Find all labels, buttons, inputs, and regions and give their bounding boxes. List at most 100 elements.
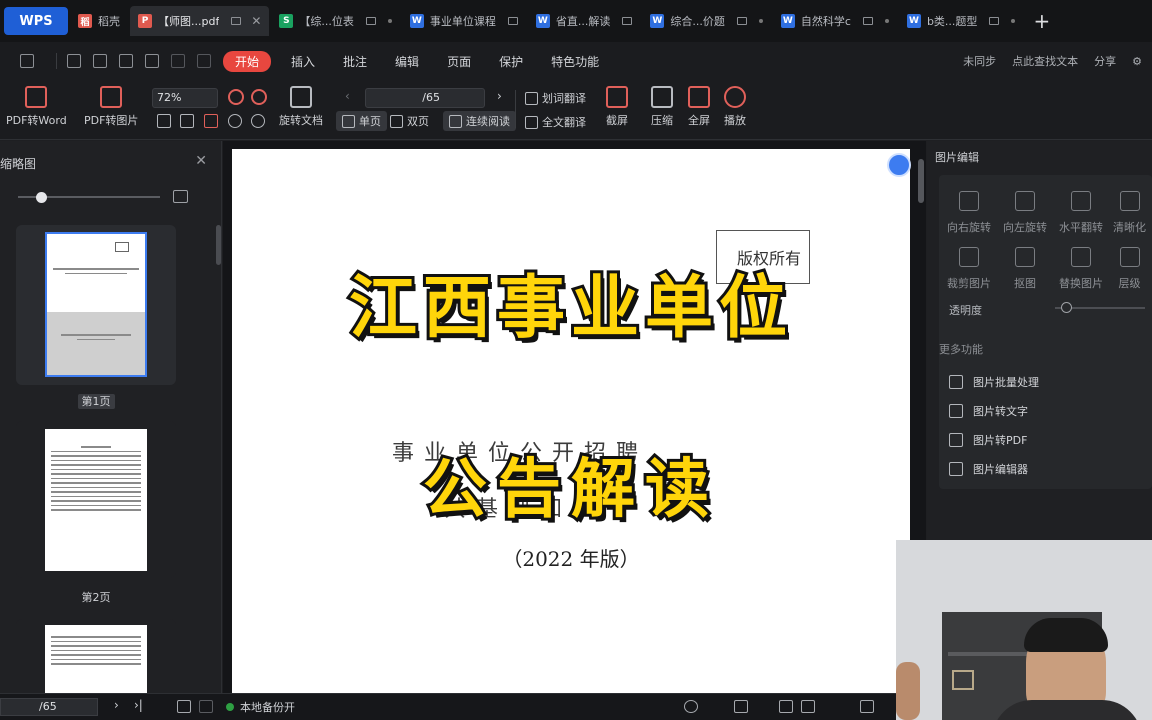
- batch-image-button[interactable]: 图片批量处理: [939, 367, 1152, 396]
- menu-insert[interactable]: 插入: [277, 53, 329, 70]
- search-text-input[interactable]: 点此查找文本: [1012, 53, 1078, 69]
- pdf-to-word-button[interactable]: PDF转Word: [6, 86, 67, 128]
- zoom-out-icon[interactable]: [228, 89, 244, 105]
- thumbnail-page-2[interactable]: [16, 421, 176, 578]
- crop-tool[interactable]: 裁剪图片: [939, 247, 999, 291]
- monitor-icon[interactable]: [736, 17, 747, 25]
- double-page-button[interactable]: 双页: [390, 113, 429, 129]
- fit-icon[interactable]: [860, 700, 874, 713]
- redo-icon[interactable]: [197, 54, 211, 68]
- fit-page-icon[interactable]: [180, 114, 194, 128]
- new-tab-button[interactable]: +: [1025, 9, 1058, 33]
- continuous-view-icon[interactable]: [734, 700, 748, 713]
- scrollbar[interactable]: [216, 225, 221, 265]
- local-backup-status[interactable]: 本地备份开: [226, 699, 295, 715]
- flip-horizontal-tool[interactable]: 水平翻转: [1051, 191, 1111, 235]
- image-editor-button[interactable]: 图片编辑器: [939, 454, 1152, 483]
- menu-annotate[interactable]: 批注: [329, 53, 381, 70]
- fullscreen-button[interactable]: 全屏: [688, 86, 710, 128]
- rotate-right-tool[interactable]: 向右旋转: [939, 191, 999, 235]
- close-icon[interactable]: ✕: [251, 14, 261, 28]
- cutout-tool[interactable]: 抠图: [995, 247, 1055, 291]
- zoom-select[interactable]: 72%: [152, 88, 218, 108]
- screenshot-button[interactable]: 截屏: [606, 86, 628, 128]
- compress-button[interactable]: 压缩: [651, 86, 673, 128]
- eye-protection-icon[interactable]: [684, 700, 698, 713]
- last-page-icon[interactable]: ›|: [134, 698, 143, 712]
- tab-word-5[interactable]: W b类...题型: [899, 6, 1023, 36]
- play-icon: [724, 86, 746, 108]
- open-icon[interactable]: [67, 54, 81, 68]
- next-page-icon[interactable]: ›: [497, 89, 502, 103]
- image-view-icon[interactable]: [173, 190, 188, 203]
- slider-handle[interactable]: [36, 192, 47, 203]
- monitor-icon[interactable]: [862, 17, 873, 25]
- settings-icon[interactable]: ⚙: [1132, 55, 1142, 68]
- tool-label: 水平翻转: [1059, 221, 1103, 234]
- tab-word-3[interactable]: W 综合...价题: [642, 6, 771, 36]
- tool-label: 向右旋转: [947, 221, 991, 234]
- sync-status[interactable]: 未同步: [963, 53, 996, 69]
- menu-protect[interactable]: 保护: [485, 53, 537, 70]
- document-viewport[interactable]: 版权所有 事业单位公开招聘 共基础知识 江西事业单位 公告解读 （2022 年版…: [223, 141, 926, 693]
- undo-icon[interactable]: [171, 54, 185, 68]
- play-button[interactable]: 播放: [724, 86, 746, 128]
- tab-pdf-active[interactable]: P 【师图...pdf ✕: [130, 6, 270, 36]
- monitor-icon[interactable]: [365, 17, 376, 25]
- forward-icon[interactable]: [199, 700, 213, 713]
- next-page-icon[interactable]: ›: [114, 698, 119, 712]
- rotate-left-tool[interactable]: 向左旋转: [995, 191, 1055, 235]
- actual-size-icon[interactable]: [157, 114, 171, 128]
- divider: [515, 90, 516, 128]
- rotate-right-icon[interactable]: [251, 114, 265, 128]
- fit-width-icon[interactable]: [204, 114, 218, 128]
- single-page-button[interactable]: 单页: [336, 111, 387, 131]
- wps-home-button[interactable]: WPS: [4, 7, 68, 35]
- thumbnail-page-1[interactable]: [16, 225, 176, 385]
- menu-home[interactable]: 开始: [223, 50, 272, 72]
- status-page-input[interactable]: /65: [0, 698, 98, 716]
- slider-handle[interactable]: [1061, 302, 1072, 313]
- full-translate-button[interactable]: 全文翻译: [525, 114, 586, 130]
- zoom-in-icon[interactable]: [251, 89, 267, 105]
- tab-word-1[interactable]: W 事业单位课程: [402, 6, 526, 36]
- tab-word-4[interactable]: W 自然科学c: [773, 6, 897, 36]
- replace-image-tool[interactable]: 替换图片: [1051, 247, 1111, 291]
- double-view-icon[interactable]: [801, 700, 815, 713]
- thumbnail-image: [45, 232, 147, 377]
- back-icon[interactable]: [177, 700, 191, 713]
- scrollbar[interactable]: [918, 159, 924, 203]
- save-icon[interactable]: [93, 54, 107, 68]
- tab-word-2[interactable]: W 省直...解读: [528, 6, 641, 36]
- monitor-icon[interactable]: [989, 17, 1000, 25]
- single-view-icon[interactable]: [779, 700, 793, 713]
- monitor-icon[interactable]: [507, 17, 518, 25]
- monitor-icon[interactable]: [231, 17, 242, 25]
- image-to-text-button[interactable]: 图片转文字: [939, 396, 1152, 425]
- rotate-left-icon[interactable]: [228, 114, 242, 128]
- page-number-input[interactable]: /65: [365, 88, 485, 108]
- image-to-pdf-button[interactable]: 图片转PDF: [939, 425, 1152, 454]
- monitor-icon[interactable]: [622, 17, 633, 25]
- sharpen-tool[interactable]: 清晰化: [1107, 191, 1152, 235]
- floating-tool-icon[interactable]: [887, 153, 911, 177]
- word-translate-button[interactable]: 划词翻译: [525, 90, 586, 106]
- continuous-read-button[interactable]: 连续阅读: [443, 111, 516, 131]
- thumbnail-page-3[interactable]: [16, 619, 176, 699]
- image-edit-panel-title[interactable]: 图片编辑: [935, 149, 979, 165]
- print-preview-icon[interactable]: [145, 54, 159, 68]
- rotate-doc-button[interactable]: 旋转文档: [279, 86, 323, 128]
- menu-features[interactable]: 特色功能: [537, 53, 613, 70]
- layer-tool[interactable]: 层级: [1107, 247, 1152, 291]
- close-icon[interactable]: ✕: [195, 153, 207, 169]
- ribbon-toolbar: PDF转Word PDF转图片 72% 旋转文档 ‹ /65 › 单页 双页 连…: [0, 80, 1152, 140]
- pdf-to-image-button[interactable]: PDF转图片: [84, 86, 138, 128]
- menu-toggle-icon[interactable]: [20, 54, 34, 68]
- menu-edit[interactable]: 编辑: [381, 53, 433, 70]
- tab-docer[interactable]: 稻 稻壳: [70, 6, 128, 36]
- share-button[interactable]: 分享: [1094, 53, 1116, 69]
- prev-page-icon[interactable]: ‹: [345, 89, 350, 103]
- print-icon[interactable]: [119, 54, 133, 68]
- menu-page[interactable]: 页面: [433, 53, 485, 70]
- tab-sheet[interactable]: S 【综...位表: [271, 6, 400, 36]
